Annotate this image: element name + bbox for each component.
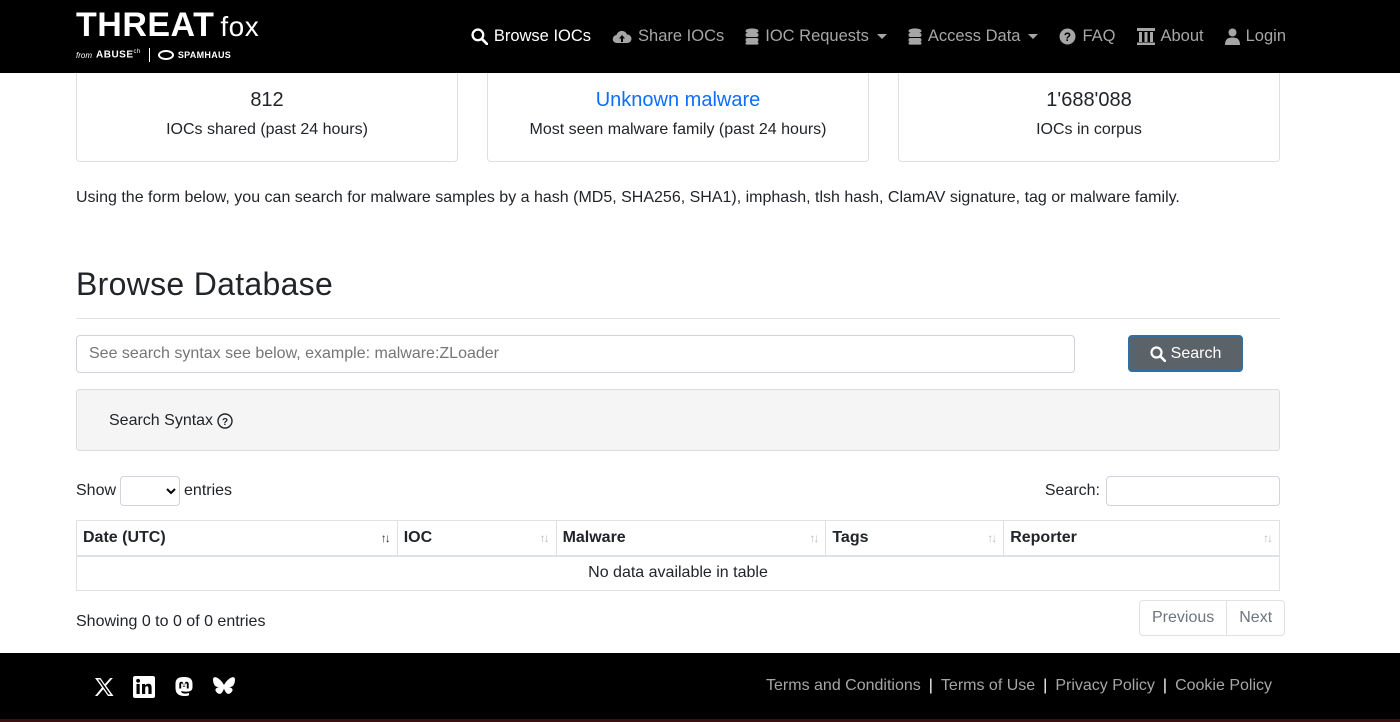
table-info: Showing 0 to 0 of 0 entries bbox=[76, 613, 266, 630]
svg-text:?: ? bbox=[1064, 31, 1071, 44]
footer-link-terms-use[interactable]: Terms of Use bbox=[941, 677, 1035, 695]
column-header-malware[interactable]: Malware ↑↓ bbox=[555, 520, 827, 557]
x-icon[interactable] bbox=[92, 675, 116, 699]
previous-button[interactable]: Previous bbox=[1140, 601, 1226, 635]
divider bbox=[76, 318, 1280, 319]
mastodon-icon[interactable] bbox=[172, 675, 196, 699]
footer-link-cookie[interactable]: Cookie Policy bbox=[1175, 677, 1272, 695]
search-button[interactable]: Search bbox=[1128, 335, 1243, 372]
nav-share-iocs[interactable]: Share IOCs bbox=[612, 27, 724, 46]
main-nav: Browse IOCs Share IOCs IOC Requests Acce… bbox=[450, 0, 1286, 73]
search-icon bbox=[1150, 345, 1166, 362]
brand-logo[interactable]: THREAT fox from ABUSEch SPAMHAUS bbox=[76, 8, 259, 62]
linkedin-icon[interactable] bbox=[132, 675, 156, 699]
brand-from: from bbox=[76, 50, 92, 60]
table-header-row: Date (UTC) ↑↓ IOC ↑↓ Malware ↑↓ Tags ↑↓ Repo… bbox=[76, 520, 1280, 557]
nav-ioc-requests[interactable]: IOC Requests bbox=[745, 27, 887, 46]
table-row: No data available in table bbox=[76, 555, 1280, 591]
empty-table-message: No data available in table bbox=[76, 555, 1280, 591]
svg-text:?: ? bbox=[222, 417, 228, 428]
brand-main-text: THREAT bbox=[76, 6, 215, 44]
stat-label: Most seen malware family (past 24 hours) bbox=[529, 121, 827, 138]
footer: Terms and Conditions | Terms of Use | Pr… bbox=[0, 653, 1400, 722]
footer-link-privacy[interactable]: Privacy Policy bbox=[1055, 677, 1155, 695]
brand-sub-text: fox bbox=[220, 11, 260, 42]
nav-faq[interactable]: ? FAQ bbox=[1059, 27, 1116, 46]
table-search: Search: bbox=[1045, 476, 1280, 506]
nav-login[interactable]: Login bbox=[1224, 27, 1286, 46]
stat-value-link[interactable]: Unknown malware bbox=[488, 88, 868, 112]
stat-label: IOCs in corpus bbox=[1036, 121, 1142, 138]
chevron-down-icon bbox=[1028, 34, 1039, 39]
chevron-down-icon bbox=[876, 34, 887, 39]
ioc-table: Date (UTC) ↑↓ IOC ↑↓ Malware ↑↓ Tags ↑↓ Repo… bbox=[76, 520, 1280, 591]
entries-select[interactable] bbox=[120, 476, 181, 506]
search-syntax-toggle[interactable]: Search Syntax ? bbox=[109, 412, 233, 430]
nav-browse-iocs[interactable]: Browse IOCs bbox=[471, 27, 591, 46]
entries-length: Show entries bbox=[76, 476, 232, 506]
stat-card-iocs-corpus: 1'688'088 IOCs in corpus bbox=[898, 73, 1280, 162]
bluesky-icon[interactable] bbox=[212, 675, 236, 699]
spamhaus-logo-icon bbox=[157, 50, 174, 60]
column-header-date[interactable]: Date (UTC) ↑↓ bbox=[76, 520, 398, 557]
database-icon bbox=[908, 28, 922, 45]
brand-spamhaus: SPAMHAUS bbox=[177, 50, 232, 60]
navbar: THREAT fox from ABUSEch SPAMHAUS Browse I… bbox=[0, 0, 1400, 73]
search-icon bbox=[471, 28, 488, 45]
next-button[interactable]: Next bbox=[1226, 601, 1284, 635]
column-header-ioc[interactable]: IOC ↑↓ bbox=[396, 520, 557, 557]
stat-value: 812 bbox=[250, 89, 284, 111]
nav-access-data[interactable]: Access Data bbox=[908, 27, 1039, 46]
stat-card-malware-family: Unknown malware Most seen malware family… bbox=[487, 73, 869, 162]
column-header-reporter[interactable]: Reporter ↑↓ bbox=[1003, 520, 1280, 557]
footer-link-terms-conditions[interactable]: Terms and Conditions bbox=[766, 677, 921, 695]
user-icon bbox=[1224, 28, 1240, 45]
column-header-tags[interactable]: Tags ↑↓ bbox=[825, 520, 1005, 557]
sort-icon: ↑↓ bbox=[809, 531, 819, 545]
brand-abuse: ABUSEch bbox=[96, 49, 141, 61]
sort-icon: ↑↓ bbox=[539, 531, 550, 545]
search-syntax-panel: Search Syntax ? bbox=[76, 389, 1280, 451]
question-circle-icon: ? bbox=[217, 413, 233, 429]
footer-links: Terms and Conditions | Terms of Use | Pr… bbox=[766, 677, 1272, 695]
stat-label: IOCs shared (past 24 hours) bbox=[166, 121, 368, 138]
cloud-upload-icon bbox=[612, 30, 632, 43]
page-title: Browse Database bbox=[76, 266, 334, 302]
stat-card-iocs-shared: 812 IOCs shared (past 24 hours) bbox=[76, 73, 458, 162]
table-search-input[interactable] bbox=[1106, 476, 1280, 506]
intro-text: Using the form below, you can search for… bbox=[76, 189, 1180, 206]
bank-icon bbox=[1136, 28, 1155, 45]
nav-about[interactable]: About bbox=[1136, 27, 1204, 46]
sort-icon: ↑↓ bbox=[987, 531, 997, 545]
pagination: Previous Next bbox=[1139, 600, 1286, 636]
sort-icon: ↑↓ bbox=[380, 531, 391, 545]
stat-value: 1'688'088 bbox=[1046, 89, 1132, 111]
sort-icon: ↑↓ bbox=[1263, 531, 1273, 545]
database-icon bbox=[745, 28, 759, 45]
question-circle-icon: ? bbox=[1060, 28, 1076, 45]
search-input[interactable] bbox=[76, 335, 1075, 373]
social-links bbox=[92, 675, 236, 699]
